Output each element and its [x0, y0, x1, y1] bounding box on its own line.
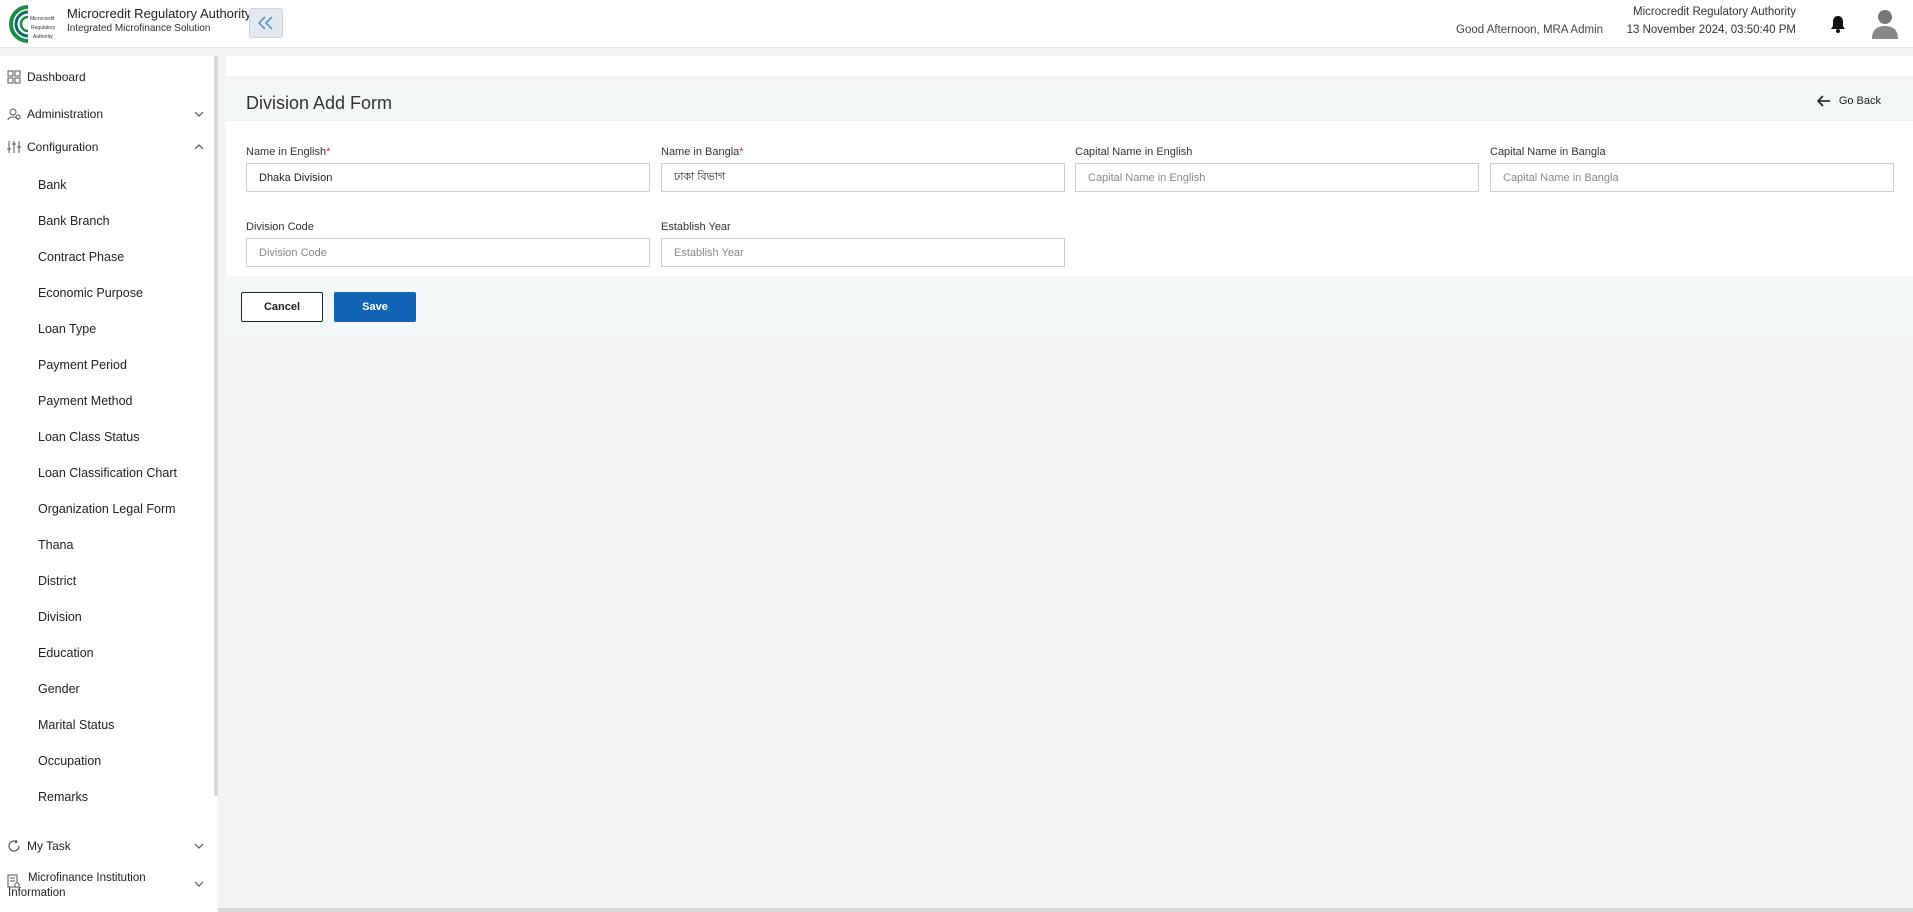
capital-en-label: Capital Name in English [1075, 146, 1193, 158]
establish-year-label: Establish Year [661, 221, 731, 233]
form-actions: Cancel Save [226, 276, 1913, 337]
sidebar-subitem-contract-phase[interactable]: Contract Phase [38, 250, 124, 264]
sidebar-subitem-loan-type[interactable]: Loan Type [38, 322, 96, 336]
sidebar-subitem-loan-classification-chart[interactable]: Loan Classification Chart [38, 466, 177, 480]
sidebar-item-mfi-information[interactable]: Microfinance Institution Information [0, 868, 214, 904]
bell-icon [1831, 16, 1845, 33]
double-chevron-left-icon [257, 16, 273, 30]
form-header: Division Add Form Go Back [226, 83, 1913, 121]
name-bn-input[interactable] [661, 163, 1065, 192]
sidebar-item-dashboard[interactable]: Dashboard [0, 62, 214, 92]
sidebar-subitem-payment-period[interactable]: Payment Period [38, 358, 127, 372]
capital-en-input[interactable] [1075, 163, 1479, 192]
header-datetime: 13 November 2024, 03:50:40 PM [1626, 24, 1796, 36]
logo-text-line-3: Authority [33, 34, 53, 40]
logo-text-line-1: Microcredit [30, 16, 55, 22]
establish-year-input[interactable] [661, 238, 1065, 267]
required-marker: * [739, 146, 744, 158]
logo-text-line-2: Regulatory [31, 25, 56, 31]
cancel-button[interactable]: Cancel [241, 292, 323, 322]
sidebar-item-label: Dashboard [27, 70, 86, 84]
brand-subtitle: Integrated Microfinance Solution [67, 23, 211, 34]
notification-button[interactable] [1829, 14, 1847, 34]
profile-avatar-button[interactable] [1871, 8, 1899, 40]
chevron-down-icon [194, 843, 204, 849]
sidebar-subitem-division[interactable]: Division [38, 610, 82, 624]
sidebar-collapse-button[interactable] [249, 8, 283, 38]
required-marker: * [326, 146, 331, 158]
sidebar-subitem-marital-status[interactable]: Marital Status [38, 718, 114, 732]
horizontal-scrollbar[interactable] [218, 908, 1913, 912]
sidebar-subitem-economic-purpose[interactable]: Economic Purpose [38, 286, 143, 300]
chevron-down-icon [194, 111, 204, 117]
capital-bn-label: Capital Name in Bangla [1490, 146, 1606, 158]
sidebar-subitem-bank[interactable]: Bank [38, 178, 67, 192]
sidebar: Dashboard Administration Configuration B… [0, 56, 218, 912]
greeting-text: Good Afternoon, MRA Admin [1456, 24, 1604, 36]
refresh-icon [8, 839, 20, 852]
save-button[interactable]: Save [334, 292, 416, 322]
capital-bn-input[interactable] [1490, 163, 1894, 192]
sidebar-item-label: Configuration [27, 140, 99, 154]
sidebar-subitem-thana[interactable]: Thana [38, 538, 73, 552]
sidebar-subitem-gender[interactable]: Gender [38, 682, 80, 696]
sidebar-item-label: My Task [27, 839, 71, 853]
sidebar-subitem-organization-legal-form[interactable]: Organization Legal Form [38, 502, 176, 516]
mra-logo-icon: Microcredit Regulatory Authority [9, 5, 56, 43]
sidebar-subitem-loan-class-status[interactable]: Loan Class Status [38, 430, 139, 444]
sidebar-subitem-occupation[interactable]: Occupation [38, 754, 101, 768]
sidebar-subitem-district[interactable]: District [38, 574, 76, 588]
sidebar-item-configuration[interactable]: Configuration [0, 132, 214, 162]
name-en-label: Name in English* [246, 146, 330, 158]
chevron-up-icon [194, 144, 204, 150]
header-org-name: Microcredit Regulatory Authority [1633, 6, 1796, 18]
admin-icon [7, 108, 21, 121]
mra-logo: Microcredit Regulatory Authority [6, 3, 60, 43]
name-bn-label-text: Name in Bangla [661, 146, 740, 158]
name-en-label-text: Name in English [246, 146, 327, 158]
sidebar-subitem-education[interactable]: Education [38, 646, 94, 660]
sidebar-item-label: Microfinance Institution Information [8, 872, 146, 899]
name-bn-label: Name in Bangla* [661, 146, 744, 158]
page-title: Division Add Form [246, 93, 393, 113]
chevron-down-icon [194, 881, 204, 887]
arrow-left-icon [1816, 95, 1830, 107]
sidebar-subitem-bank-branch[interactable]: Bank Branch [38, 214, 110, 228]
go-back-button[interactable]: Go Back [1816, 95, 1881, 107]
grid-icon [7, 70, 21, 84]
sidebar-scrollbar[interactable] [214, 56, 218, 796]
app-header: Microcredit Regulatory Authority Microcr… [0, 0, 1913, 48]
sidebar-subitem-payment-method[interactable]: Payment Method [38, 394, 133, 408]
division-code-input[interactable] [246, 238, 650, 267]
division-add-form: Division Add Form Go Back Name in Englis… [226, 83, 1913, 337]
brand-title: Microcredit Regulatory Authority [67, 6, 252, 21]
go-back-label: Go Back [1838, 95, 1881, 107]
sliders-icon [7, 141, 21, 153]
sidebar-item-administration[interactable]: Administration [0, 99, 214, 129]
user-avatar-icon [1872, 10, 1898, 39]
sidebar-item-my-task[interactable]: My Task [0, 831, 214, 861]
division-code-label: Division Code [246, 221, 314, 233]
sidebar-item-label: Administration [27, 107, 104, 121]
content-top-strip [226, 56, 1913, 76]
name-en-input[interactable] [246, 163, 650, 192]
sidebar-subitem-remarks[interactable]: Remarks [38, 790, 88, 804]
